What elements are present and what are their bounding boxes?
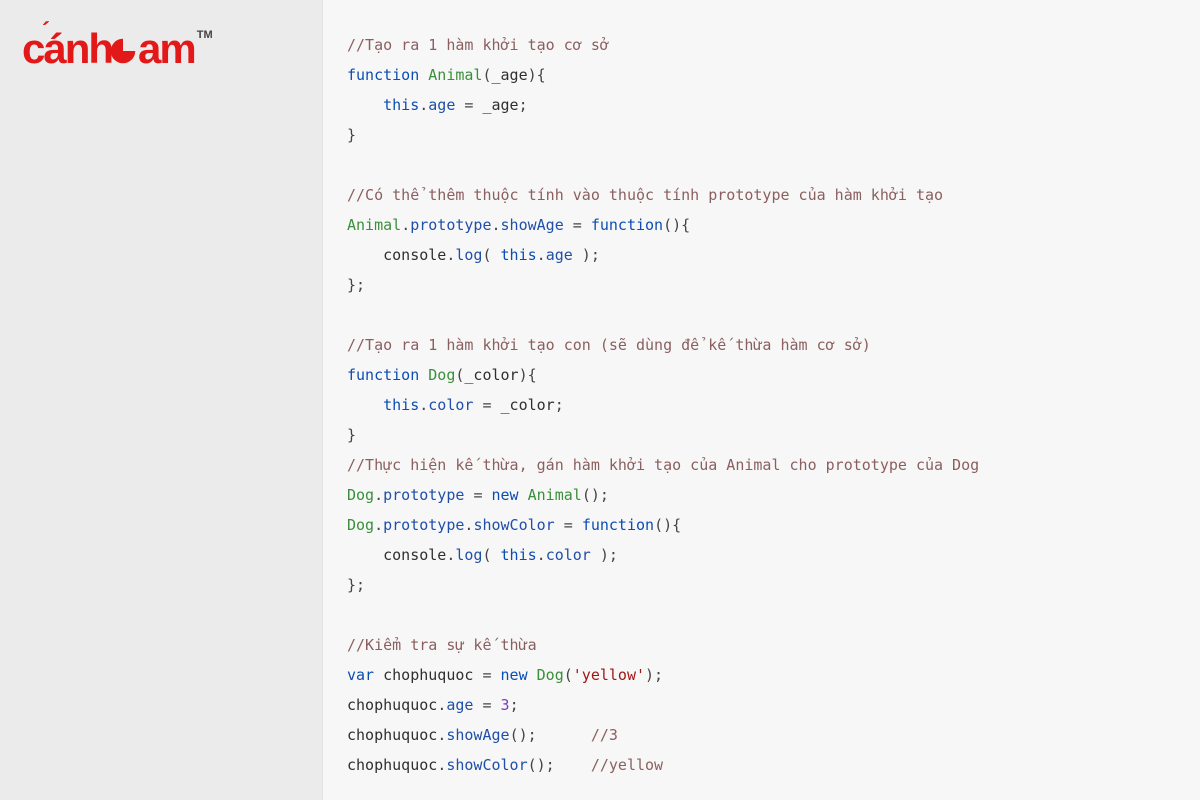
code-this: this <box>383 96 419 114</box>
code-keyword: function <box>582 516 654 534</box>
code-method: log <box>455 246 482 264</box>
logo-text-2: am <box>138 25 195 72</box>
code-ident: Dog <box>347 516 374 534</box>
code-comment: //Kiểm tra sự kế thừa <box>347 636 537 654</box>
code-comment: //Tạo ra 1 hàm khởi tạo con (sẽ dùng để … <box>347 336 871 354</box>
code-comment: //Thực hiện kế thừa, gán hàm khởi tạo củ… <box>347 456 979 474</box>
code-prop: showAge <box>501 216 564 234</box>
code-keyword: new <box>501 666 528 684</box>
code-ident: Dog <box>347 486 374 504</box>
code-this: this <box>501 546 537 564</box>
code-method: showColor <box>446 756 527 774</box>
code-method: showAge <box>446 726 509 744</box>
code-prop: prototype <box>410 216 491 234</box>
code-prop: age <box>446 696 473 714</box>
code-constructor: Animal <box>528 486 582 504</box>
code-keyword: new <box>492 486 519 504</box>
code-this: this <box>383 396 419 414</box>
code-ident: chophuquoc <box>347 696 437 714</box>
code-prop: showColor <box>473 516 554 534</box>
code-this: this <box>501 246 537 264</box>
code-ident: chophuquoc <box>347 726 437 744</box>
code-prop: prototype <box>383 486 464 504</box>
code-funcname: Dog <box>428 366 455 384</box>
code-ident: console <box>383 546 446 564</box>
code-param: _color <box>464 366 518 384</box>
code-prop: age <box>428 96 455 114</box>
code-method: log <box>455 546 482 564</box>
code-keyword: function <box>347 366 419 384</box>
code-comment: //3 <box>591 726 618 744</box>
code-keyword: function <box>591 216 663 234</box>
code-block: //Tạo ra 1 hàm khởi tạo cơ sở function A… <box>347 30 1200 780</box>
brand-logo: ´ cánhamTM <box>22 28 211 70</box>
code-number: 3 <box>501 696 510 714</box>
code-ident: chophuquoc <box>347 756 437 774</box>
code-keyword: function <box>347 66 419 84</box>
pacman-icon <box>109 37 137 65</box>
code-param: _age <box>492 66 528 84</box>
logo-text-1: cánh <box>22 25 112 72</box>
code-ident: _age <box>482 96 518 114</box>
code-ident: _color <box>501 396 555 414</box>
code-comment: //Có thể thêm thuộc tính vào thuộc tính … <box>347 186 943 204</box>
code-panel: //Tạo ra 1 hàm khởi tạo cơ sở function A… <box>322 0 1200 800</box>
code-string: 'yellow' <box>573 666 645 684</box>
code-prop: color <box>428 396 473 414</box>
code-comment: //yellow <box>591 756 663 774</box>
code-keyword: var <box>347 666 374 684</box>
code-prop: color <box>546 546 591 564</box>
code-funcname: Animal <box>428 66 482 84</box>
logo-tm: TM <box>197 29 213 41</box>
code-constructor: Dog <box>537 666 564 684</box>
code-prop: age <box>546 246 573 264</box>
code-ident: console <box>383 246 446 264</box>
code-comment: //Tạo ra 1 hàm khởi tạo cơ sở <box>347 36 609 54</box>
code-prop: prototype <box>383 516 464 534</box>
code-ident: Animal <box>347 216 401 234</box>
code-ident: chophuquoc <box>383 666 473 684</box>
